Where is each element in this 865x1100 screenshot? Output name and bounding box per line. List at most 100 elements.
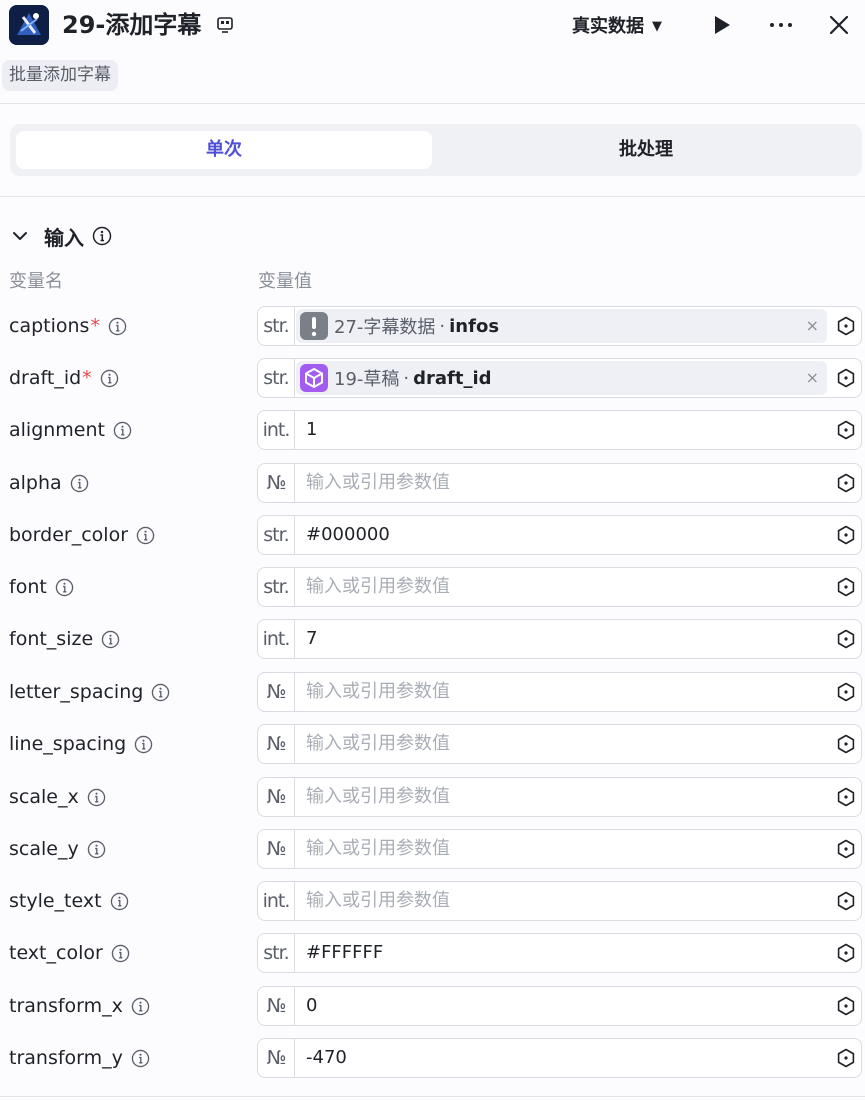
reference-chip[interactable]: 19-草稿 · draft_id × [296, 361, 827, 395]
param-label-draft-id: draft_id * [9, 359, 119, 397]
reference-variable-icon[interactable] [836, 577, 856, 597]
param-label-line-spacing: line_spacing [9, 725, 153, 763]
param-value[interactable]: -470 [306, 1039, 347, 1077]
param-input-draft-id[interactable]: str. 19-草稿 · draft_id × [257, 358, 862, 398]
param-value[interactable]: 输入或引用参数值 [306, 830, 450, 868]
param-label-alignment: alignment [9, 411, 132, 449]
reference-variable-icon[interactable] [836, 682, 856, 702]
divider [0, 196, 865, 197]
info-icon[interactable] [87, 840, 106, 859]
param-name: font [9, 576, 47, 598]
param-name: captions [9, 315, 90, 337]
info-icon[interactable] [136, 526, 155, 545]
param-label-letter-spacing: letter_spacing [9, 673, 170, 711]
param-input-border-color[interactable]: str. #000000 [257, 515, 862, 555]
type-tag: str. [258, 359, 295, 397]
exclamation-icon [300, 312, 328, 340]
param-value[interactable]: 输入或引用参数值 [306, 673, 450, 711]
param-value[interactable]: 输入或引用参数值 [306, 725, 450, 763]
reference-variable-icon[interactable] [836, 839, 856, 859]
reference-variable-icon[interactable] [836, 1048, 856, 1068]
type-tag: int. [258, 620, 295, 658]
tab-batch[interactable]: 批处理 [436, 131, 856, 169]
tab-single[interactable]: 单次 [16, 131, 432, 169]
info-icon[interactable] [151, 683, 170, 702]
info-icon[interactable] [87, 788, 106, 807]
param-value[interactable]: #000000 [306, 516, 390, 554]
param-value[interactable]: 7 [306, 620, 317, 658]
info-icon[interactable] [70, 474, 89, 493]
info-icon[interactable] [131, 1049, 150, 1068]
param-name: letter_spacing [9, 681, 144, 703]
inputs-section-title: 输入 [44, 225, 84, 250]
close-icon[interactable] [828, 14, 850, 36]
param-value[interactable]: 输入或引用参数值 [306, 568, 450, 606]
type-tag: № [258, 987, 295, 1025]
param-value[interactable]: 0 [306, 987, 317, 1025]
param-input-scale-x[interactable]: № 输入或引用参数值 [257, 777, 862, 817]
info-icon[interactable] [55, 578, 74, 597]
param-input-captions[interactable]: str. 27-字幕数据 · infos × [257, 306, 862, 346]
reference-chip[interactable]: 27-字幕数据 · infos × [296, 309, 827, 343]
type-tag: № [258, 464, 295, 502]
info-icon[interactable] [108, 317, 127, 336]
reference-variable-icon[interactable] [836, 943, 856, 963]
required-marker: * [90, 315, 100, 337]
reference-variable-icon[interactable] [836, 525, 856, 545]
param-input-scale-y[interactable]: № 输入或引用参数值 [257, 829, 862, 869]
param-label-captions: captions * [9, 307, 127, 345]
reference-variable-icon[interactable] [836, 787, 856, 807]
reference-variable-icon[interactable] [836, 368, 856, 388]
param-input-alignment[interactable]: int. 1 [257, 410, 862, 450]
param-input-style-text[interactable]: int. 输入或引用参数值 [257, 881, 862, 921]
info-icon[interactable] [111, 944, 130, 963]
param-input-font[interactable]: str. 输入或引用参数值 [257, 567, 862, 607]
reference-variable-icon[interactable] [836, 420, 856, 440]
param-input-transform-x[interactable]: № 0 [257, 986, 862, 1026]
param-input-alpha[interactable]: № 输入或引用参数值 [257, 463, 862, 503]
inputs-section-header[interactable]: 输入 [10, 222, 112, 250]
info-icon[interactable] [113, 421, 132, 440]
type-tag: int. [258, 411, 295, 449]
chevron-down-icon[interactable] [10, 226, 30, 246]
more-icon[interactable] [767, 14, 795, 36]
info-icon[interactable] [110, 892, 129, 911]
required-marker: * [82, 367, 92, 389]
template-icon[interactable] [216, 16, 234, 34]
clear-reference-icon[interactable]: × [806, 315, 819, 337]
info-icon[interactable] [131, 997, 150, 1016]
info-icon[interactable] [134, 735, 153, 754]
reference-variable-icon[interactable] [836, 996, 856, 1016]
param-name: draft_id [9, 367, 82, 389]
param-input-text-color[interactable]: str. #FFFFFF [257, 933, 862, 973]
param-value[interactable]: 输入或引用参数值 [306, 464, 450, 502]
info-icon[interactable] [101, 630, 120, 649]
info-icon[interactable] [92, 226, 112, 246]
data-mode-dropdown[interactable]: 真实数据 ▼ [572, 14, 662, 40]
reference-variable-icon[interactable] [836, 473, 856, 493]
reference-variable-icon[interactable] [836, 734, 856, 754]
node-title[interactable]: 29-添加字幕 [62, 8, 201, 42]
clear-reference-icon[interactable]: × [806, 367, 819, 389]
type-tag: № [258, 778, 295, 816]
param-name: font_size [9, 628, 94, 650]
play-icon[interactable] [712, 14, 732, 36]
param-input-letter-spacing[interactable]: № 输入或引用参数值 [257, 672, 862, 712]
reference-variable-icon[interactable] [836, 316, 856, 336]
param-value[interactable]: 输入或引用参数值 [306, 882, 450, 920]
reference-field-name: draft_id [413, 367, 492, 389]
param-value[interactable]: #FFFFFF [306, 934, 383, 972]
param-name: alpha [9, 472, 62, 494]
param-input-transform-y[interactable]: № -470 [257, 1038, 862, 1078]
param-input-line-spacing[interactable]: № 输入或引用参数值 [257, 724, 862, 764]
param-name: alignment [9, 419, 105, 441]
param-name: border_color [9, 524, 129, 546]
param-value[interactable]: 输入或引用参数值 [306, 778, 450, 816]
node-description: 批量添加字幕 [2, 60, 118, 91]
param-value[interactable]: 1 [306, 411, 317, 449]
info-icon[interactable] [100, 369, 119, 388]
caret-down-icon: ▼ [652, 19, 662, 34]
reference-variable-icon[interactable] [836, 891, 856, 911]
param-input-font-size[interactable]: int. 7 [257, 619, 862, 659]
reference-variable-icon[interactable] [836, 629, 856, 649]
